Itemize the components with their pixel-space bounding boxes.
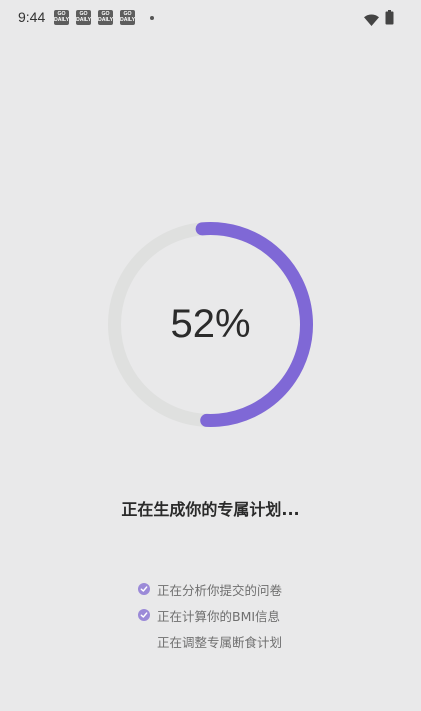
progress-step-label: 正在调整专属断食计划	[157, 634, 283, 650]
notification-icons: GO DAILY GO DAILY GO DAILY GO DAILY	[54, 10, 135, 25]
generating-plan-message: 正在生成你的专属计划...	[121, 500, 300, 519]
progress-percentage: 52%	[170, 302, 251, 346]
progress-step-label: 正在计算你的BMI信息	[157, 608, 281, 624]
go-app-icon: GO DAILY	[76, 10, 91, 25]
battery-icon	[385, 10, 394, 29]
status-bar: 9:44 GO DAILY GO DAILY GO DAILY GO DAILY	[0, 0, 421, 36]
progress-step: 正在分析你提交的问卷	[138, 576, 282, 602]
check-circle-icon	[138, 609, 150, 621]
progress-step: 正在计算你的BMI信息	[138, 602, 282, 628]
go-app-icon: GO DAILY	[54, 10, 69, 25]
progress-step: 正在调整专属断食计划	[138, 628, 282, 654]
go-app-icon: GO DAILY	[120, 10, 135, 25]
more-notifications-dot-icon	[150, 16, 154, 20]
progress-ring: 52%	[105, 219, 316, 430]
check-circle-icon	[138, 583, 150, 595]
wifi-icon	[364, 11, 379, 30]
status-time: 9:44	[18, 9, 46, 25]
go-app-icon: GO DAILY	[98, 10, 113, 25]
progress-step-label: 正在分析你提交的问卷	[157, 582, 283, 598]
pending-step-placeholder	[138, 635, 150, 647]
progress-steps-list: 正在分析你提交的问卷 正在计算你的BMI信息 正在调整专属断食计划	[138, 576, 282, 654]
